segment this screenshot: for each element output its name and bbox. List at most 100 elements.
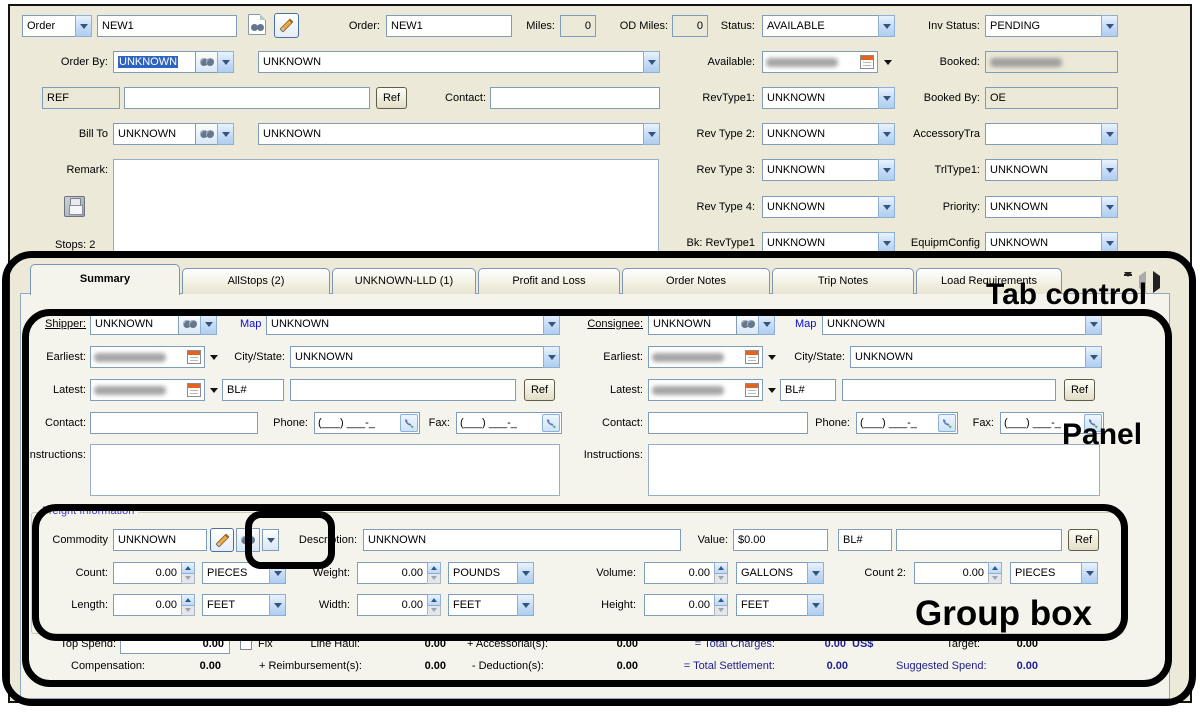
bill-to-lookup[interactable]: UNKNOWN [113, 123, 234, 145]
value-input[interactable]: $0.00 [733, 529, 828, 551]
chevron-down-icon[interactable] [1085, 313, 1102, 335]
binoculars-search-button[interactable] [195, 123, 217, 145]
order-field[interactable]: NEW1 [386, 15, 512, 37]
contact-input[interactable] [490, 87, 660, 109]
shipper-earliest-date[interactable] [90, 346, 205, 368]
scroll-right-icon[interactable] [1153, 276, 1160, 288]
consignee-contact-input[interactable] [648, 412, 808, 434]
ref-type-box[interactable]: REF [42, 87, 120, 109]
shipper-fax-field[interactable]: (___) ___-_ [456, 412, 562, 434]
fix-checkbox[interactable] [240, 638, 252, 650]
spin-up-icon[interactable] [988, 562, 1002, 574]
spin-down-icon[interactable] [181, 574, 195, 585]
count2-unit-dropdown[interactable]: PIECES [1010, 562, 1098, 584]
order-by-name-dropdown[interactable]: UNKNOWN [258, 51, 660, 73]
scroll-left-icon[interactable] [1139, 276, 1146, 288]
order-number-input[interactable]: NEW1 [97, 15, 237, 37]
save-floppy-icon[interactable] [64, 196, 85, 217]
inv-status-dropdown[interactable]: PENDING [985, 15, 1118, 37]
spin-up-icon[interactable] [714, 562, 728, 574]
calendar-icon[interactable] [745, 350, 759, 364]
weight-stepper[interactable]: 0.00 [357, 562, 441, 584]
chevron-down-icon[interactable] [517, 562, 534, 584]
chevron-down-icon[interactable] [1101, 196, 1118, 218]
freight-bl-input[interactable] [896, 529, 1062, 551]
tab-load-requirements[interactable]: Load Requirements [916, 268, 1062, 294]
calendar-icon[interactable] [187, 383, 201, 397]
chevron-down-icon[interactable] [1101, 232, 1118, 254]
height-stepper[interactable]: 0.00 [644, 594, 728, 616]
width-stepper[interactable]: 0.00 [357, 594, 441, 616]
ref-button[interactable]: Ref [376, 87, 407, 109]
count2-stepper[interactable]: 0.00 [914, 562, 1002, 584]
date-dropdown-arrow-icon[interactable] [768, 388, 776, 393]
length-stepper[interactable]: 0.00 [113, 594, 195, 616]
chevron-down-icon[interactable] [269, 594, 286, 616]
description-input[interactable]: UNKNOWN [363, 529, 681, 551]
ref-value-input[interactable] [124, 87, 370, 109]
binoculars-search-button[interactable] [195, 51, 217, 73]
scroll-down-all-icon[interactable] [1124, 274, 1132, 289]
shipper-phone-field[interactable]: (___) ___-_ [314, 412, 420, 434]
shipper-bl-type-box[interactable]: BL# [222, 379, 284, 401]
chevron-down-icon[interactable] [1085, 346, 1102, 368]
spin-up-icon[interactable] [427, 594, 441, 606]
chevron-down-icon[interactable] [269, 562, 286, 584]
consignee-latest-date[interactable] [648, 379, 763, 401]
tab-order-notes[interactable]: Order Notes [622, 268, 770, 294]
remark-textarea[interactable] [113, 159, 659, 256]
shipper-contact-input[interactable] [90, 412, 258, 434]
spin-up-icon[interactable] [181, 594, 195, 606]
document-search-icon[interactable] [248, 14, 266, 35]
spin-down-icon[interactable] [181, 606, 195, 617]
date-dropdown-arrow-icon[interactable] [210, 388, 218, 393]
consignee-link[interactable]: Consignee: [556, 313, 643, 335]
bill-to-name-dropdown[interactable]: UNKNOWN [258, 123, 660, 145]
spin-up-icon[interactable] [181, 562, 195, 574]
accessorytra-dropdown[interactable] [985, 123, 1118, 145]
top-spend-field[interactable]: 0.00 [120, 634, 230, 654]
height-unit-dropdown[interactable]: FEET [736, 594, 824, 616]
consignee-name-dropdown[interactable]: UNKNOWN [822, 313, 1102, 335]
chevron-down-icon[interactable] [217, 51, 234, 73]
shipper-link[interactable]: Shipper: [18, 313, 86, 335]
dial-phone-button[interactable] [400, 414, 418, 432]
chevron-down-icon[interactable] [1101, 123, 1118, 145]
tab-profit-and-loss[interactable]: Profit and Loss [478, 268, 620, 294]
chevron-down-icon[interactable] [75, 15, 92, 37]
dial-fax-button[interactable] [1084, 414, 1102, 432]
status-dropdown[interactable]: AVAILABLE [762, 15, 895, 37]
count-unit-dropdown[interactable]: PIECES [202, 562, 286, 584]
chevron-down-icon[interactable] [1101, 159, 1118, 181]
binoculars-search-button[interactable] [178, 313, 200, 335]
spin-up-icon[interactable] [427, 562, 441, 574]
order-by-lookup[interactable]: UNKNOWN [113, 51, 234, 73]
spin-down-icon[interactable] [427, 574, 441, 585]
commodity-input[interactable]: UNKNOWN [113, 529, 207, 551]
edit-pencil-button[interactable] [210, 528, 234, 552]
width-unit-dropdown[interactable]: FEET [448, 594, 534, 616]
spin-down-icon[interactable] [988, 574, 1002, 585]
chevron-down-icon[interactable] [217, 123, 234, 145]
available-date-field[interactable] [762, 51, 878, 73]
chevron-down-icon[interactable] [878, 15, 895, 37]
chevron-down-icon[interactable] [807, 594, 824, 616]
consignee-city-state-dropdown[interactable]: UNKNOWN [850, 346, 1102, 368]
calendar-icon[interactable] [745, 383, 759, 397]
count-stepper[interactable]: 0.00 [113, 562, 195, 584]
shipper-lookup[interactable]: UNKNOWN [90, 313, 217, 335]
shipper-instructions-textarea[interactable] [90, 444, 560, 496]
equipmconfig-dropdown[interactable]: UNKNOWN [985, 232, 1118, 254]
consignee-bl-input[interactable] [842, 379, 1056, 401]
date-dropdown-arrow-icon[interactable] [768, 355, 776, 360]
chevron-down-icon[interactable] [758, 313, 775, 335]
shipper-bl-input[interactable] [290, 379, 516, 401]
trltype1-dropdown[interactable]: UNKNOWN [985, 159, 1118, 181]
calendar-icon[interactable] [187, 350, 201, 364]
consignee-phone-field[interactable]: (___) ___-_ [856, 412, 958, 434]
length-unit-dropdown[interactable]: FEET [202, 594, 286, 616]
tab-summary[interactable]: Summary [30, 264, 180, 295]
volume-stepper[interactable]: 0.00 [644, 562, 728, 584]
chevron-down-icon[interactable] [1081, 562, 1098, 584]
chevron-down-button[interactable] [262, 529, 279, 551]
